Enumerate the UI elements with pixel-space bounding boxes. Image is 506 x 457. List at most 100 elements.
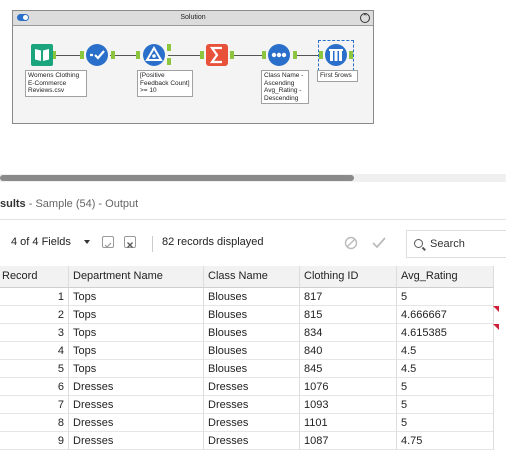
table-row[interactable]: 3 Tops Blouses 834 4.615385 xyxy=(0,324,506,342)
table-cell[interactable]: 1093 xyxy=(300,396,397,414)
column-header-avg-rating[interactable]: Avg_Rating xyxy=(397,266,494,288)
table-cell[interactable]: 840 xyxy=(300,342,397,360)
output-anchor[interactable] xyxy=(111,51,115,59)
table-cell[interactable]: 6 xyxy=(0,378,69,396)
output-anchor[interactable] xyxy=(230,51,234,59)
table-cell[interactable]: 1076 xyxy=(300,378,397,396)
table-cell[interactable]: 834 xyxy=(300,324,397,342)
results-toolbar: 4 of 4 Fields 82 records displayed xyxy=(0,228,506,260)
container-title: Solution xyxy=(180,14,206,21)
table-cell[interactable]: 845 xyxy=(300,360,397,378)
input-anchor[interactable] xyxy=(262,51,266,59)
table-cell[interactable]: Dresses xyxy=(69,432,204,450)
table-cell[interactable]: Tops xyxy=(69,360,204,378)
table-cell[interactable]: Dresses xyxy=(204,414,300,432)
true-anchor[interactable] xyxy=(167,44,171,51)
cell-flag-indicator xyxy=(493,324,499,330)
select-tool[interactable] xyxy=(85,43,109,67)
table-cell[interactable]: 5 xyxy=(397,288,494,306)
table-cell[interactable]: Blouses xyxy=(204,360,300,378)
output-anchor[interactable] xyxy=(293,51,297,59)
input-anchor[interactable] xyxy=(136,51,140,59)
select-check-icon xyxy=(86,44,108,66)
apply-check-icon[interactable] xyxy=(371,235,387,256)
table-row[interactable]: 9 Dresses Dresses 1087 4.75 xyxy=(0,432,506,450)
table-cell[interactable]: 5 xyxy=(397,414,494,432)
table-cell[interactable]: 817 xyxy=(300,288,397,306)
table-cell[interactable]: 4.75 xyxy=(397,432,494,450)
table-row[interactable]: 5 Tops Blouses 845 4.5 xyxy=(0,360,506,378)
table-row[interactable]: 7 Dresses Dresses 1093 5 xyxy=(0,396,506,414)
container-title-bar[interactable]: Solution ⌃ xyxy=(13,11,373,26)
table-row[interactable]: 1 Tops Blouses 817 5 xyxy=(0,288,506,306)
table-cell[interactable]: Tops xyxy=(69,342,204,360)
table-cell[interactable]: 4.5 xyxy=(397,342,494,360)
table-cell[interactable]: Tops xyxy=(69,306,204,324)
input-anchor[interactable] xyxy=(80,51,84,59)
table-cell[interactable]: Dresses xyxy=(69,378,204,396)
checkbox-icon[interactable] xyxy=(102,236,114,248)
scrollbar-thumb[interactable] xyxy=(0,175,354,181)
summarize-tool[interactable] xyxy=(205,43,229,67)
search-input[interactable] xyxy=(430,238,504,250)
sort-tool[interactable] xyxy=(267,43,291,67)
search-box[interactable] xyxy=(406,230,506,258)
cell-flag-indicator xyxy=(493,306,499,312)
table-cell[interactable]: Dresses xyxy=(69,396,204,414)
input-tool-label: Womens Clothing E-Commerce Reviews.csv xyxy=(25,70,87,97)
fields-dropdown[interactable]: 4 of 4 Fields xyxy=(11,236,71,248)
table-cell[interactable]: 1101 xyxy=(300,414,397,432)
table-cell[interactable]: Dresses xyxy=(204,432,300,450)
table-cell[interactable]: 1 xyxy=(0,288,69,306)
input-data-tool[interactable] xyxy=(30,43,54,67)
table-cell[interactable]: 8 xyxy=(0,414,69,432)
cancel-icon[interactable] xyxy=(344,236,358,255)
table-cell[interactable]: 5 xyxy=(397,396,494,414)
table-cell[interactable]: Blouses xyxy=(204,306,300,324)
records-count: 82 records displayed xyxy=(162,236,264,248)
table-cell[interactable]: Tops xyxy=(69,324,204,342)
table-cell[interactable]: Blouses xyxy=(204,288,300,306)
table-cell[interactable]: 4.615385 xyxy=(397,324,499,342)
table-cell[interactable]: 3 xyxy=(0,324,69,342)
column-header-clothing-id[interactable]: Clothing ID xyxy=(300,266,397,288)
collapse-icon[interactable]: ⌃ xyxy=(360,13,370,23)
table-cell[interactable]: 7 xyxy=(0,396,69,414)
filter-tool[interactable] xyxy=(142,43,166,67)
connection-line xyxy=(231,55,266,56)
table-cell[interactable]: 1087 xyxy=(300,432,397,450)
filter-tool-label: [Positive Feedback Count] >= 10 xyxy=(137,70,193,97)
table-cell[interactable]: Dresses xyxy=(204,378,300,396)
table-cell[interactable]: Blouses xyxy=(204,324,300,342)
sort-dots-icon xyxy=(268,44,290,66)
table-cell[interactable]: Blouses xyxy=(204,342,300,360)
table-row[interactable]: 6 Dresses Dresses 1076 5 xyxy=(0,378,506,396)
container-toggle[interactable] xyxy=(17,14,29,21)
table-cell[interactable]: Dresses xyxy=(204,396,300,414)
table-row[interactable]: 4 Tops Blouses 840 4.5 xyxy=(0,342,506,360)
chevron-down-icon[interactable] xyxy=(84,240,90,244)
table-row[interactable]: 2 Tops Blouses 815 4.666667 xyxy=(0,306,506,324)
table-cell[interactable]: Tops xyxy=(69,288,204,306)
column-header-record[interactable]: Record xyxy=(0,266,69,288)
table-row[interactable]: 8 Dresses Dresses 1101 5 xyxy=(0,414,506,432)
table-cell[interactable]: 4.666667 xyxy=(397,306,499,324)
grid-body: 1 Tops Blouses 817 5 2 Tops Blouses 815 4.666667 3… xyxy=(0,288,506,450)
grid-header-row: Record Department Name Class Name Clothi… xyxy=(0,266,506,288)
column-header-class-name[interactable]: Class Name xyxy=(204,266,300,288)
table-cell[interactable]: 4.5 xyxy=(397,360,494,378)
table-cell[interactable]: 4 xyxy=(0,342,69,360)
clear-box-icon[interactable] xyxy=(124,236,136,248)
sample-tool[interactable] xyxy=(324,43,348,67)
table-cell[interactable]: Dresses xyxy=(69,414,204,432)
column-header-department-name[interactable]: Department Name xyxy=(69,266,204,288)
table-cell[interactable]: 815 xyxy=(300,306,397,324)
table-cell[interactable]: 9 xyxy=(0,432,69,450)
results-header: sults - Sample (54) - Output xyxy=(0,190,506,220)
false-anchor[interactable] xyxy=(167,58,171,65)
results-grid: Record Department Name Class Name Clothi… xyxy=(0,266,506,450)
table-cell[interactable]: 5 xyxy=(0,360,69,378)
input-anchor[interactable] xyxy=(200,51,204,59)
table-cell[interactable]: 2 xyxy=(0,306,69,324)
table-cell[interactable]: 5 xyxy=(397,378,494,396)
